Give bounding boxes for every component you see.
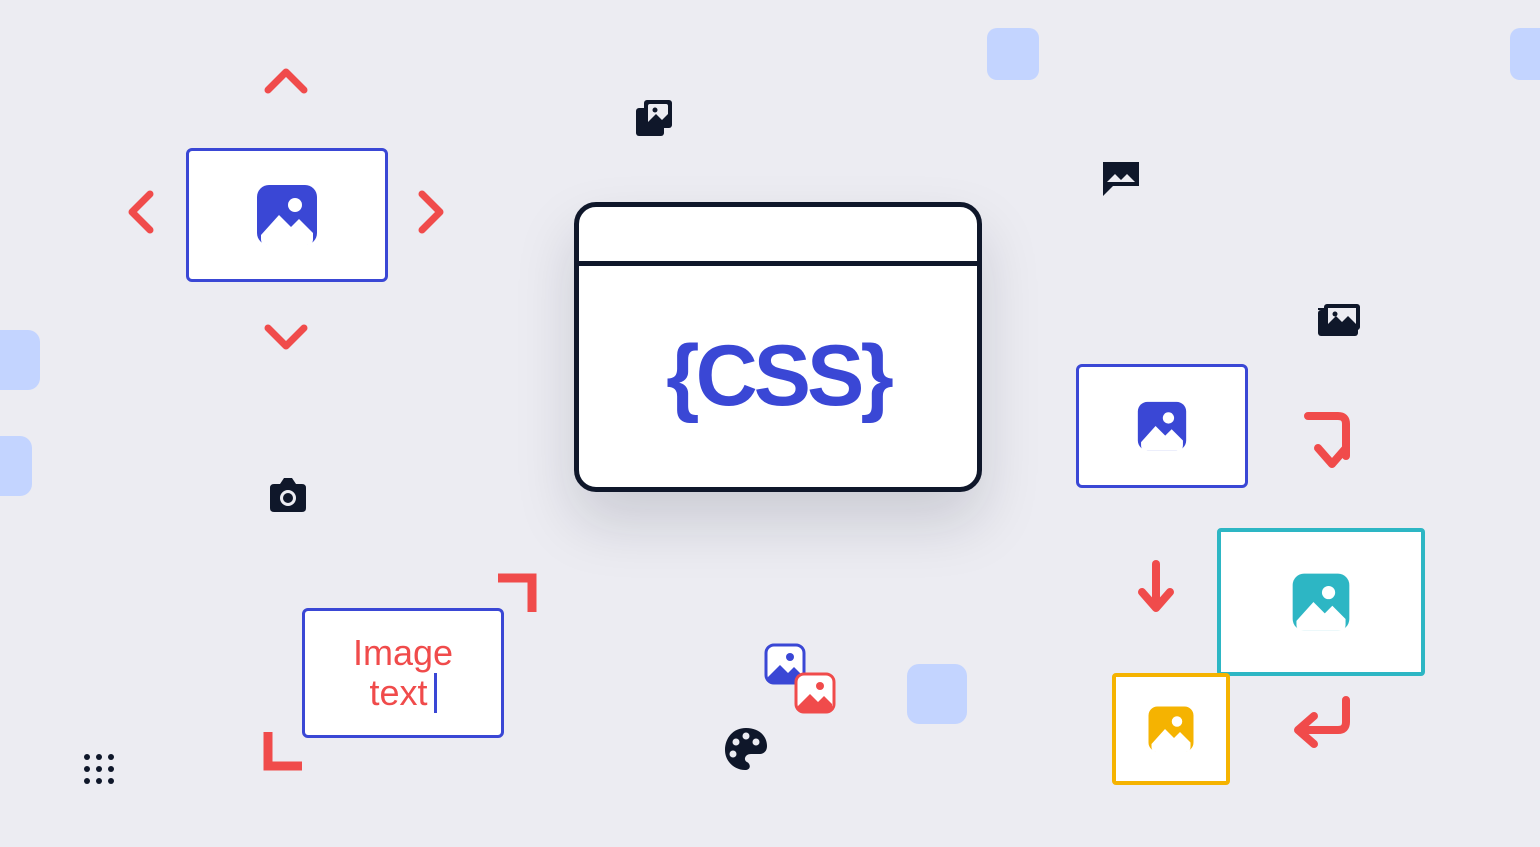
image-text-line2: text [369,673,427,713]
image-text-card: Image text [302,608,504,738]
square-decor-icon [907,664,967,724]
arrow-down-icon [1136,560,1176,614]
image-icon [1133,397,1191,455]
image-card-amber [1112,673,1230,785]
crop-corner-top-right [498,572,538,612]
square-decor-icon [987,28,1039,80]
chevron-right-icon [414,188,448,236]
square-decor-icon [1510,28,1540,80]
window-titlebar [579,207,977,266]
image-card [1076,364,1248,488]
arrow-return-icon [1288,694,1354,750]
chevron-up-icon [262,64,310,98]
css-label: {CSS} [666,327,890,426]
chat-image-icon [1099,158,1143,198]
image-text-line1: Image [353,633,453,673]
square-decor-icon [0,330,40,390]
chevron-down-icon [262,320,310,354]
chevron-left-icon [124,188,158,236]
image-stack-icon [634,98,678,142]
arrow-turn-down-icon [1300,410,1356,476]
image-icon [251,179,323,251]
image-card [186,148,388,282]
image-card-teal [1217,528,1425,676]
image-icon [1287,568,1355,636]
image-icon [1144,702,1198,756]
folder-image-icon [1316,296,1364,340]
crop-corner-bottom-left [262,732,302,772]
image-icon-small-red [794,672,836,714]
camera-icon [264,476,312,518]
palette-icon [721,724,771,774]
square-decor-icon [0,436,32,496]
drag-handle-icon [82,752,116,786]
text-cursor-icon [434,673,437,713]
css-window: {CSS} [574,202,982,492]
